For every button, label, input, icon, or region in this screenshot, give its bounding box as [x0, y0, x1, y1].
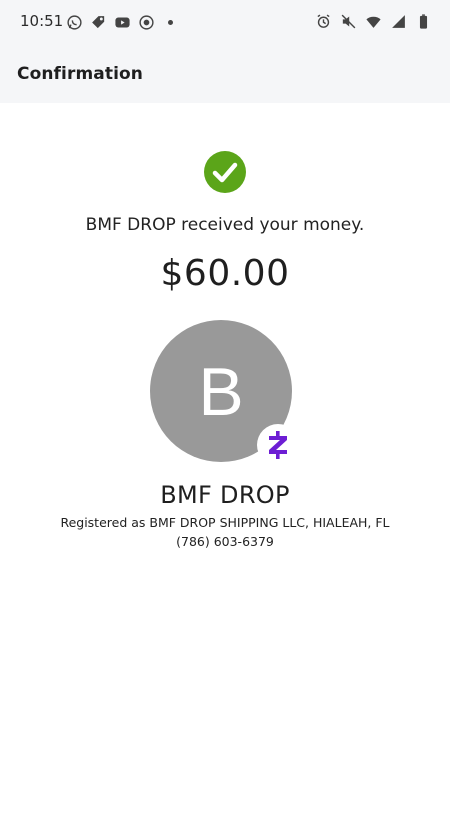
mute-icon	[341, 14, 356, 29]
app-bar: Confirmation	[0, 46, 450, 103]
target-icon	[139, 15, 154, 30]
battery-icon	[419, 14, 428, 29]
whatsapp-icon	[67, 15, 82, 30]
status-time: 10:51	[20, 12, 64, 30]
check-circle-icon	[204, 151, 246, 193]
zelle-badge	[257, 424, 299, 466]
recipient-phone: (786) 603-6379	[176, 534, 274, 549]
recipient-avatar: B	[150, 320, 299, 466]
amount: $60.00	[160, 253, 290, 294]
wifi-icon	[366, 16, 381, 28]
status-left-icons	[66, 14, 173, 31]
more-notifications-dot	[168, 20, 173, 25]
youtube-icon	[115, 17, 130, 28]
status-right-icons	[315, 13, 432, 30]
recipient-name: BMF DROP	[160, 481, 290, 509]
recipient-registration: Registered as BMF DROP SHIPPING LLC, HIA…	[60, 515, 390, 530]
zelle-z-icon	[269, 431, 287, 459]
page-title: Confirmation	[17, 64, 143, 84]
signal-icon	[392, 15, 405, 28]
avatar-initial: B	[198, 354, 244, 430]
tag-icon	[92, 16, 105, 29]
alarm-icon	[317, 14, 330, 28]
confirmation-message: BMF DROP received your money.	[85, 215, 365, 235]
status-bar: 10:51	[0, 0, 450, 46]
